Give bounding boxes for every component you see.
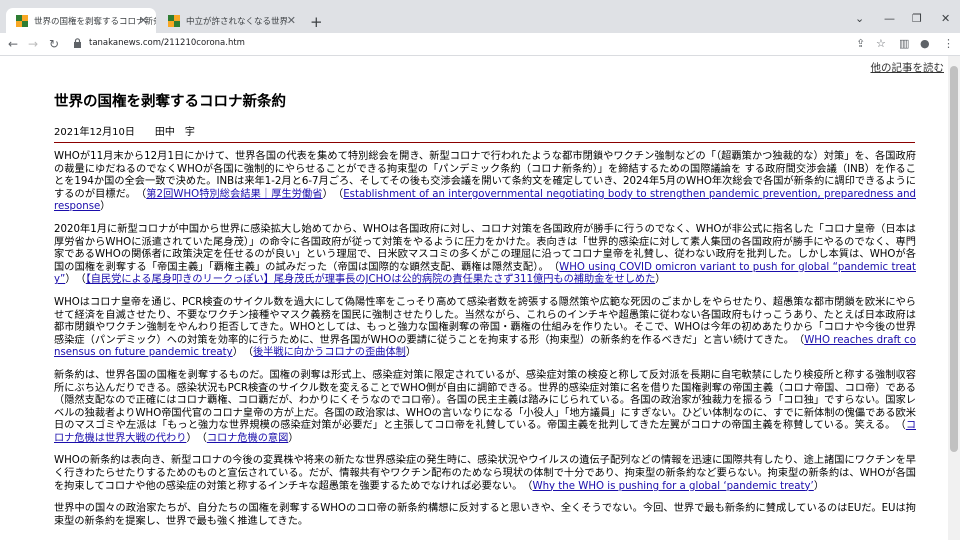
article-paragraph: WHOはコロナ皇帝を通じ、PCR検査のサイクル数を過大にして偽陽性率をこっそり高… <box>54 297 916 360</box>
tab-inactive[interactable]: 中立が許されなくなる世界 ✕ <box>158 8 304 33</box>
tab-title: 世界の国権を剥奪するコロナ新条約 <box>34 16 156 27</box>
forward-arrow-icon[interactable]: → <box>28 37 38 51</box>
reference-link[interactable]: 第2回WHO特別総会結果｜厚生労働省 <box>146 189 322 200</box>
close-tab-icon[interactable]: ✕ <box>287 14 296 27</box>
scrollbar-thumb[interactable] <box>950 66 958 452</box>
article-title: 世界の国権を剥奪するコロナ新条約 <box>54 94 286 110</box>
reference-link[interactable]: 【自民党による尾身叩きのリークっぽい】尾身茂氏が理事長のJCHOは公的病院の責任… <box>86 274 656 285</box>
lock-icon[interactable] <box>73 38 82 48</box>
new-tab-icon[interactable]: + <box>310 13 323 31</box>
paragraph-text: 世界中の国々の政治家たちが、自分たちの国権を剥奪するWHOのコロ帝の新条約構想に… <box>54 503 916 527</box>
article-paragraph: 新条約は、世界各国の国権を剥奪するものだ。国権の剥奪は形式上、感染症対策に限定さ… <box>54 370 916 446</box>
paragraph-text: WHOはコロナ皇帝を通じ、PCR検査のサイクル数を過大にして偽陽性率をこっそり高… <box>54 296 916 346</box>
reference-link[interactable]: Why the WHO is pushing for a global ‘pan… <box>533 481 814 492</box>
paragraph-text: ） <box>405 347 417 359</box>
paragraph-text: 新条約は、世界各国の国権を剥奪するものだ。国権の剥奪は形式上、感染症対策に限定さ… <box>54 369 916 432</box>
paragraph-text: ） （ <box>186 432 207 444</box>
other-articles-link[interactable]: 他の記事を読む <box>871 60 945 75</box>
bookmark-star-icon[interactable]: ☆ <box>876 37 886 50</box>
paragraph-text: ） <box>288 432 299 444</box>
menu-kebab-icon[interactable]: ⋮ <box>943 37 954 50</box>
article-paragraph: 2020年1月に新型コロナが中国から世界に感染拡大し始めてから、WHOは各国政府… <box>54 224 916 287</box>
profile-avatar-icon[interactable]: ● <box>920 37 930 50</box>
article-paragraph: WHOが11月末から12月1日にかけて、世界各国の代表を集めて特別総会を開き、新… <box>54 151 916 214</box>
share-icon[interactable]: ⇪ <box>856 37 865 50</box>
site-favicon-icon <box>168 14 180 27</box>
site-favicon-icon <box>16 14 28 27</box>
address-bar[interactable]: tanakanews.com/211210corona.htm <box>89 38 245 48</box>
tab-title: 中立が許されなくなる世界 <box>186 16 289 27</box>
tab-search-chevron-icon[interactable]: ⌄ <box>855 12 864 25</box>
article-body: WHOが11月末から12月1日にかけて、世界各国の代表を集めて特別総会を開き、新… <box>54 151 916 538</box>
tab-active[interactable]: 世界の国権を剥奪するコロナ新条約 ✕ <box>6 8 156 33</box>
reference-link[interactable]: コロナ危機の意図 <box>207 433 289 444</box>
paragraph-text: ） <box>655 274 666 286</box>
paragraph-text: ） <box>813 480 824 492</box>
article-paragraph: WHOの新条約は表向き、新型コロナの今後の変異株や将来の新たな世界感染症の発生時… <box>54 455 916 493</box>
paragraph-text: ） （ <box>65 274 86 286</box>
reload-icon[interactable]: ↻ <box>49 37 59 51</box>
paragraph-text: ） （ <box>232 347 254 359</box>
web-page: 他の記事を読む 世界の国権を剥奪するコロナ新条約 2021年12月10日 田中 … <box>0 56 948 540</box>
minimize-icon[interactable]: — <box>884 12 895 25</box>
paragraph-text: ） （ <box>322 188 344 200</box>
side-panel-icon[interactable]: ▥ <box>899 37 909 50</box>
title-divider <box>54 142 915 143</box>
article-date-author: 2021年12月10日 田中 宇 <box>54 127 195 138</box>
close-tab-icon[interactable]: ✕ <box>139 14 148 27</box>
article-paragraph: 世界中の国々の政治家たちが、自分たちの国権を剥奪するWHOのコロ帝の新条約構想に… <box>54 503 916 528</box>
back-arrow-icon[interactable]: ← <box>8 37 18 51</box>
close-window-icon[interactable]: ✕ <box>941 12 950 25</box>
reference-link[interactable]: 後半戦に向かうコロナの歪曲体制 <box>253 347 406 358</box>
tab-strip: 世界の国権を剥奪するコロナ新条約 ✕ 中立が許されなくなる世界 ✕ + ⌄ — … <box>0 0 960 33</box>
paragraph-text: ） <box>100 201 111 213</box>
maximize-icon[interactable]: ❐ <box>912 12 922 25</box>
browser-toolbar: ← → ↻ tanakanews.com/211210corona.htm ⇪ … <box>0 33 960 56</box>
